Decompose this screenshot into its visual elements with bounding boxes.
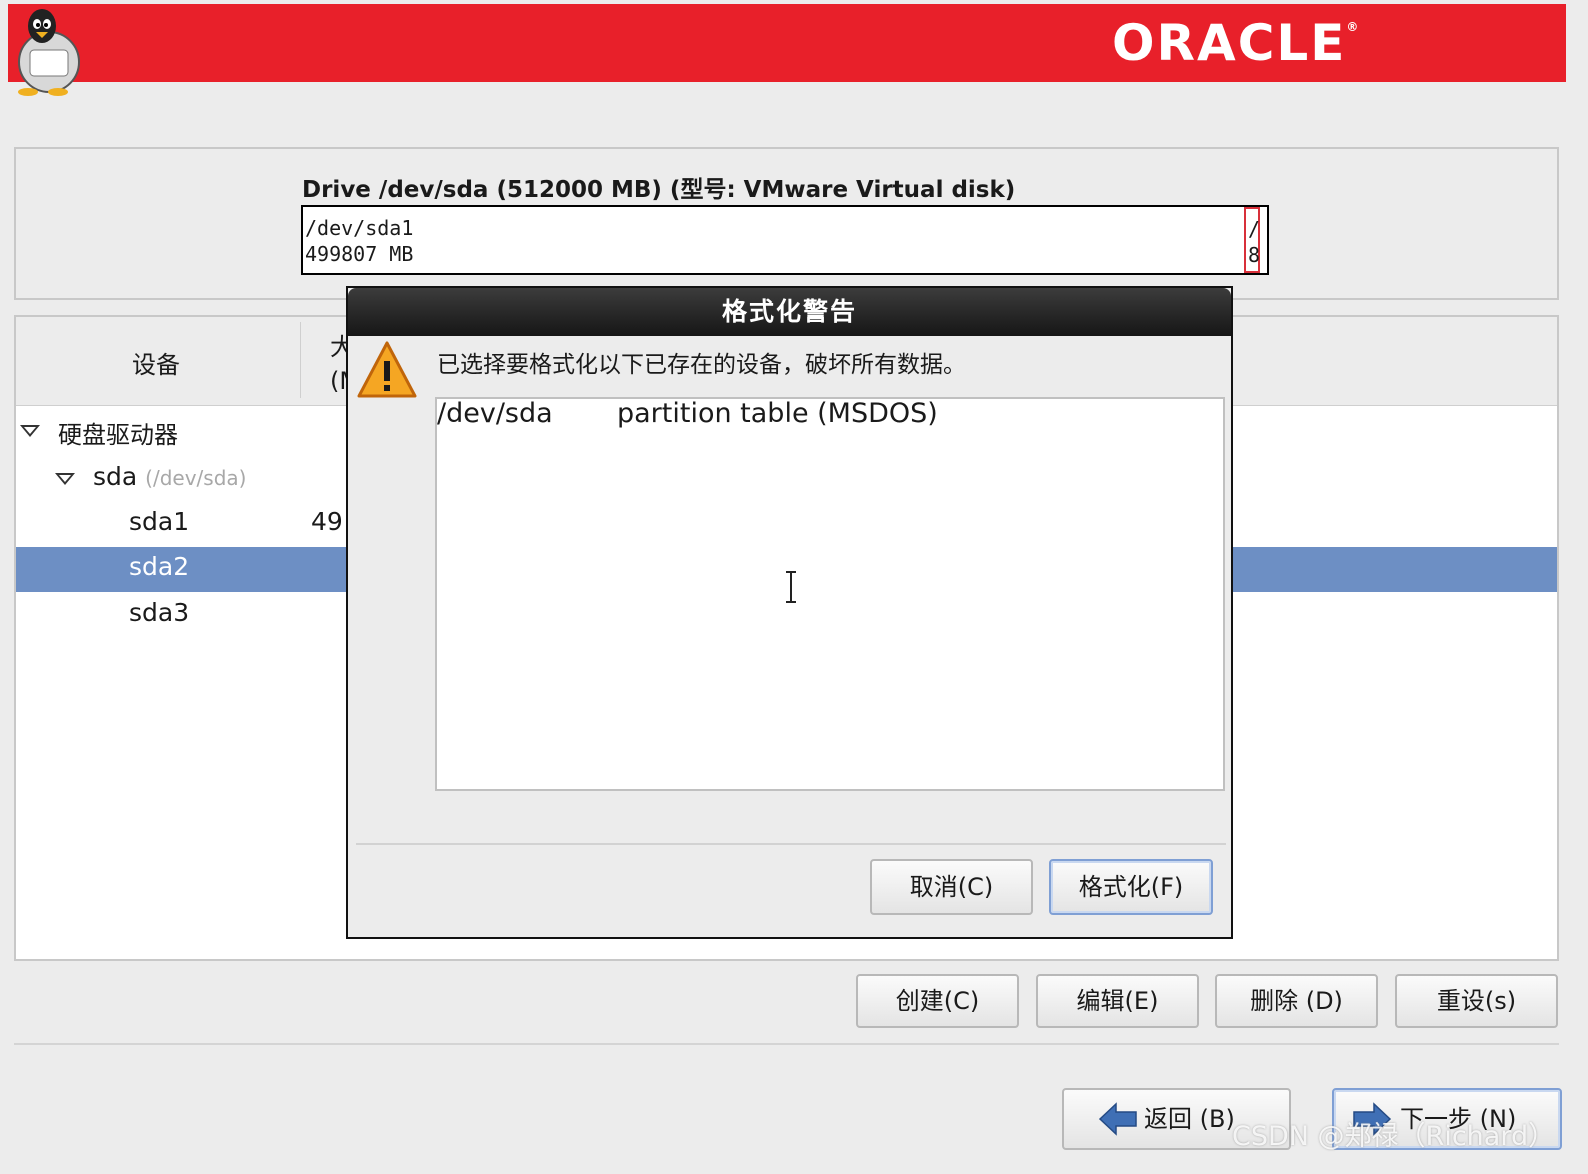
arrow-left-icon xyxy=(1098,1102,1137,1136)
partition-bar[interactable] xyxy=(301,205,1269,275)
list-item-description: partition table (MSDOS) xyxy=(617,398,938,429)
dialog-divider xyxy=(356,843,1226,845)
expand-triangle-icon[interactable] xyxy=(55,473,75,485)
text-cursor-icon xyxy=(786,571,796,603)
tree-group-hard-drives[interactable]: 硬盘驱动器 xyxy=(58,415,178,450)
reset-button[interactable]: 重设(s) xyxy=(1395,974,1558,1028)
create-button[interactable]: 创建(C) xyxy=(856,974,1019,1028)
dialog-title: 格式化警告 xyxy=(348,288,1231,336)
partition-sda1-label: /dev/sda1 xyxy=(305,216,414,240)
list-item-device: /dev/sda xyxy=(437,398,553,429)
disk-path: (/dev/sda) xyxy=(145,466,247,490)
expand-triangle-icon[interactable] xyxy=(20,425,40,437)
tux-penguin-icon xyxy=(18,9,80,96)
column-divider[interactable] xyxy=(300,322,301,398)
format-button[interactable]: 格式化(F) xyxy=(1049,859,1213,915)
cancel-button[interactable]: 取消(C) xyxy=(870,859,1033,915)
partition-sda2-label: / 8 xyxy=(1248,217,1260,267)
tree-item-sda1[interactable]: sda1 xyxy=(129,507,189,536)
tree-item-sda2[interactable]: sda2 xyxy=(129,552,189,581)
tree-item-sda[interactable]: sda (/dev/sda) xyxy=(93,462,246,491)
back-label: 返回 (B) xyxy=(1144,1105,1235,1133)
edit-button[interactable]: 编辑(E) xyxy=(1036,974,1199,1028)
drive-title: Drive /dev/sda (512000 MB) (型号: VMware V… xyxy=(302,177,1016,203)
tree-item-sda1-size: 49 xyxy=(311,507,343,536)
warning-icon xyxy=(357,341,417,398)
device-list[interactable] xyxy=(435,397,1225,791)
tree-item-sda3[interactable]: sda3 xyxy=(129,598,189,627)
divider xyxy=(14,1043,1559,1045)
dialog-message: 已选择要格式化以下已存在的设备，破坏所有数据。 xyxy=(437,352,966,378)
watermark: CSDN @郑禄（Richard） xyxy=(1232,1121,1556,1152)
oracle-logo: ORACLE® xyxy=(1112,14,1361,72)
delete-button[interactable]: 删除 (D) xyxy=(1215,974,1378,1028)
column-header-device[interactable]: 设备 xyxy=(132,345,180,380)
partition-sda1-size: 499807 MB xyxy=(305,242,414,266)
